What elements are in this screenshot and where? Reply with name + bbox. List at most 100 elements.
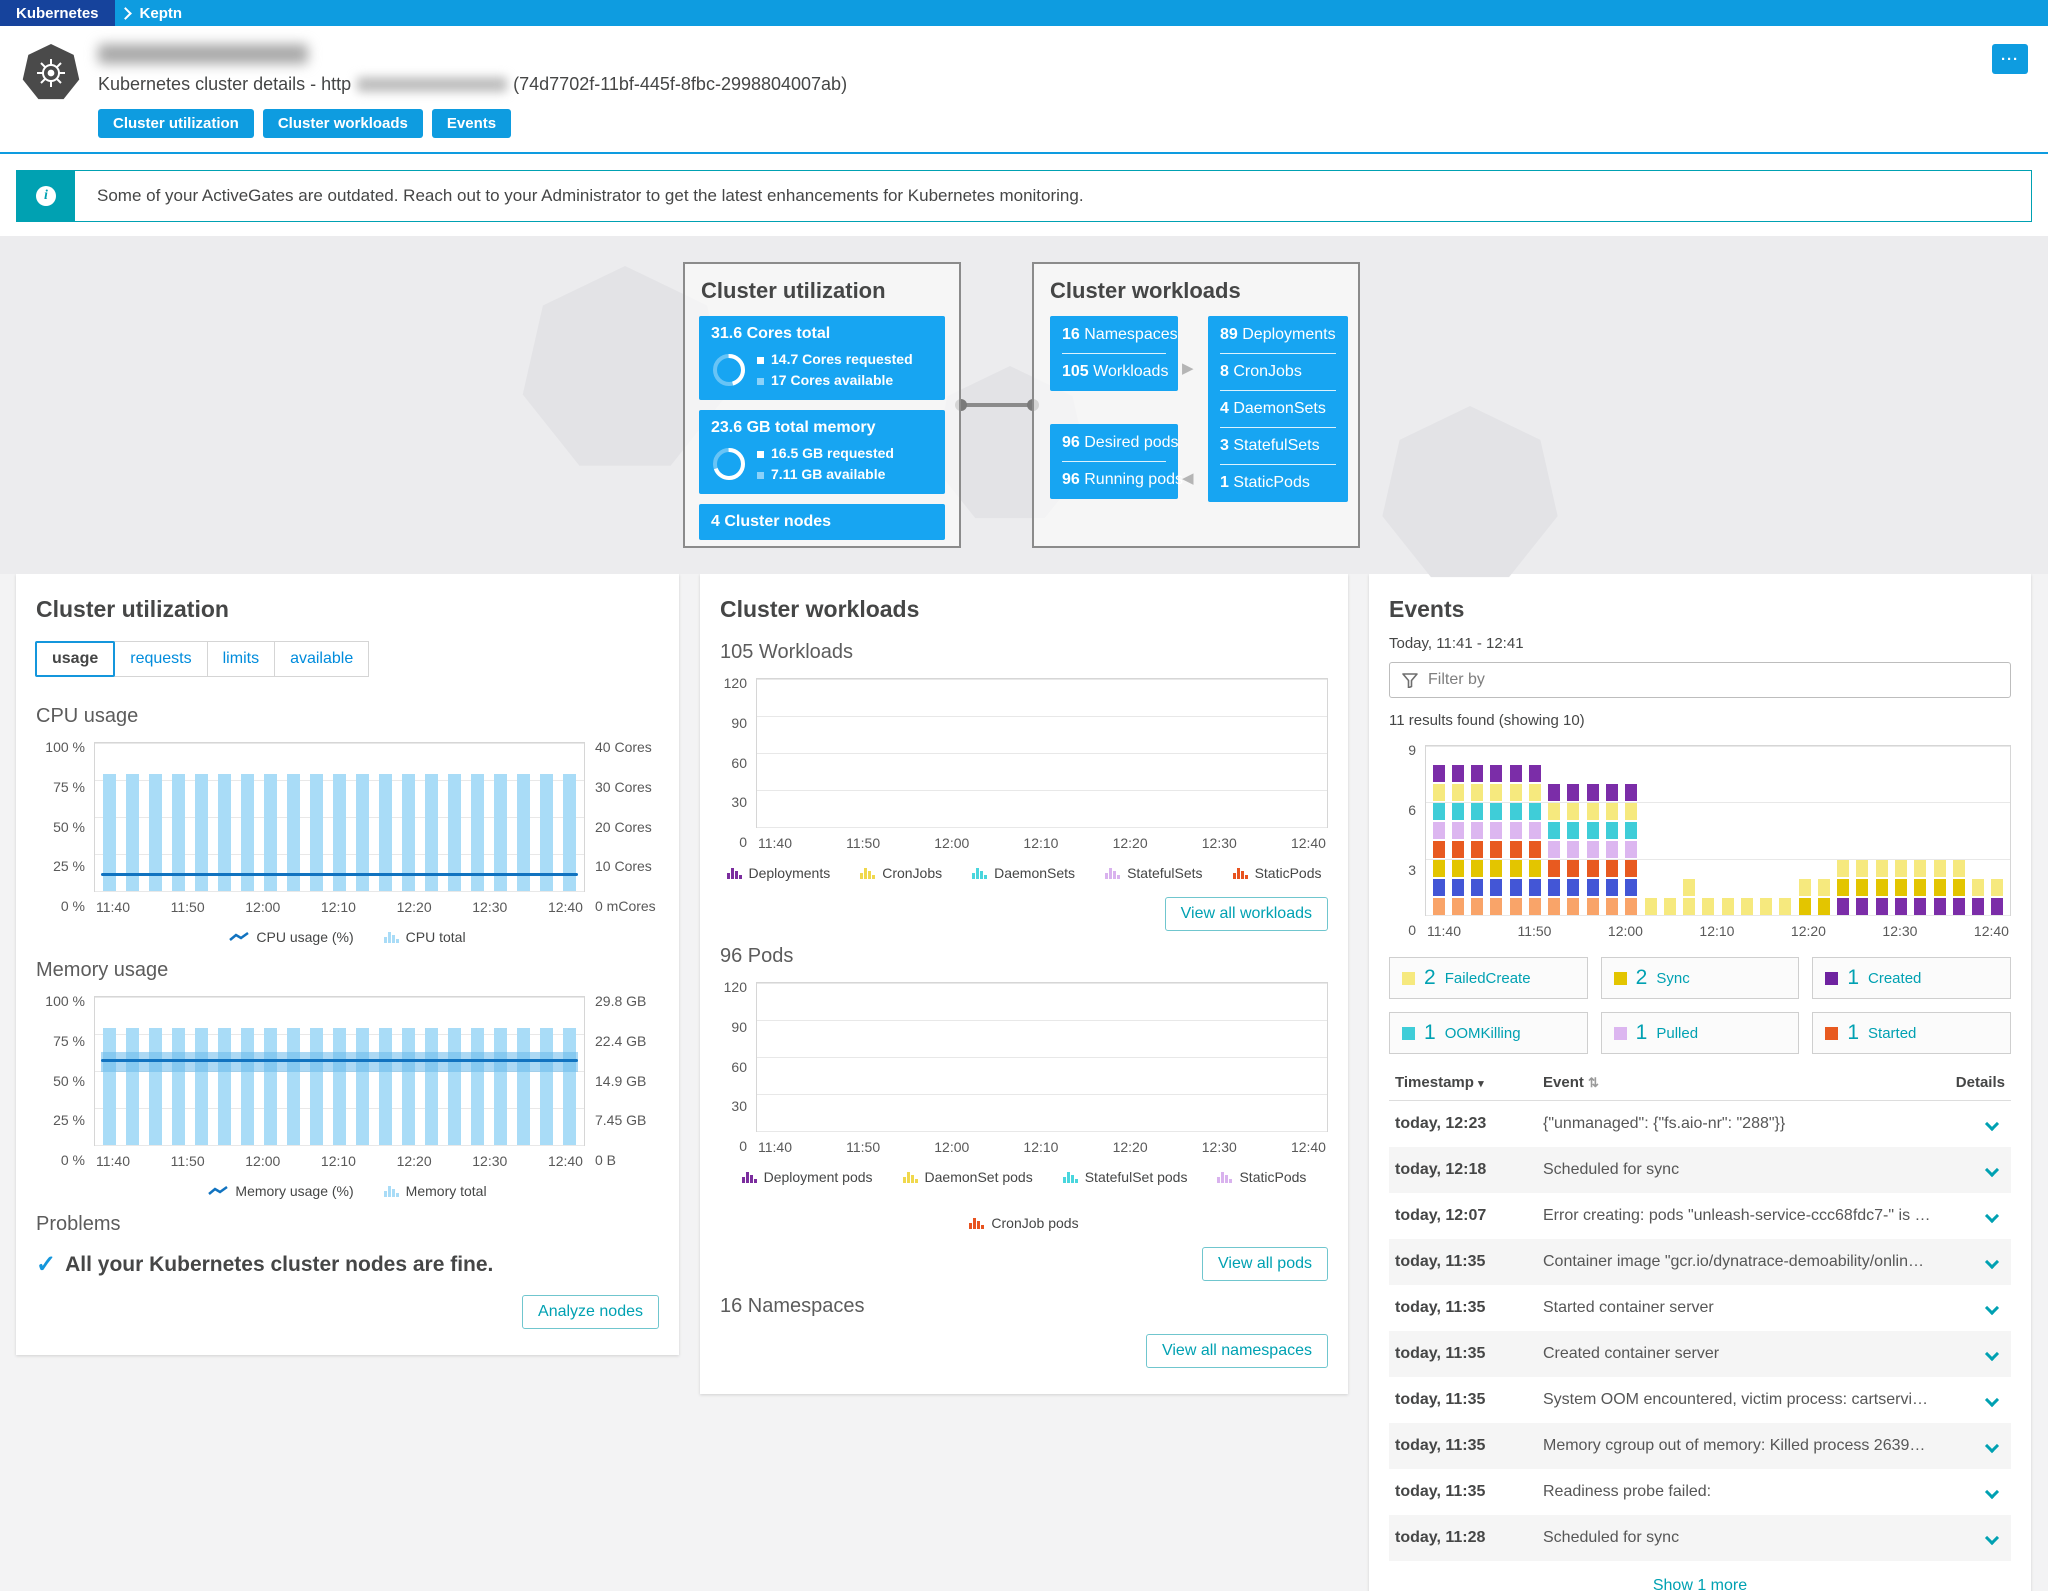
- memory-usage-plot[interactable]: [94, 996, 585, 1146]
- legend-item-memory-total: Memory total: [384, 1183, 487, 1199]
- table-row[interactable]: today, 11:28Scheduled for sync: [1389, 1515, 2011, 1561]
- row-expand-chevron-icon[interactable]: [1985, 1439, 1999, 1453]
- table-row[interactable]: today, 12:18Scheduled for sync: [1389, 1147, 2011, 1193]
- row-expand-chevron-icon[interactable]: [1985, 1347, 1999, 1361]
- check-icon: ✓: [36, 1250, 56, 1279]
- event-chip-oomkilling[interactable]: 1OOMKilling: [1389, 1012, 1588, 1054]
- view-all-workloads-button[interactable]: View all workloads: [1165, 897, 1328, 931]
- row-expand-chevron-icon[interactable]: [1985, 1255, 1999, 1269]
- legend-item-cpu-total: CPU total: [384, 929, 466, 945]
- events-button[interactable]: Events: [432, 109, 511, 138]
- event-chip-created[interactable]: 1Created: [1812, 957, 2011, 999]
- diagram-workloads-box[interactable]: Cluster workloads 16 Namespaces 105 Work…: [1032, 262, 1360, 548]
- cpu-usage-heading: CPU usage: [36, 705, 659, 728]
- swatch-icon: [1825, 1027, 1838, 1040]
- sort-both-icon: ⇅: [1588, 1075, 1599, 1090]
- detail-panels: Cluster utilization usagerequestslimitsa…: [0, 574, 2048, 1591]
- kubernetes-logo-icon: [22, 44, 80, 102]
- diagram-connector: [960, 403, 1034, 407]
- workloads-plot[interactable]: [756, 678, 1328, 828]
- swatch-icon: [1402, 972, 1415, 985]
- breadcrumb-chevron-icon: [119, 7, 132, 20]
- cluster-diagram: Cluster utilization 31.6 Cores total 14.…: [0, 236, 2048, 574]
- swatch-icon: [1614, 972, 1627, 985]
- view-all-pods-button[interactable]: View all pods: [1202, 1247, 1328, 1281]
- cores-available: 17 Cores available: [757, 370, 913, 391]
- analyze-nodes-button[interactable]: Analyze nodes: [522, 1295, 659, 1329]
- legend-item-daemonsets: DaemonSets: [972, 865, 1075, 881]
- row-expand-chevron-icon[interactable]: [1985, 1393, 1999, 1407]
- event-chip-sync[interactable]: 2Sync: [1601, 957, 1800, 999]
- pods-plot[interactable]: [756, 982, 1328, 1132]
- cores-tile[interactable]: 31.6 Cores total 14.7 Cores requested 17…: [699, 316, 945, 400]
- tab-usage[interactable]: usage: [35, 641, 115, 677]
- tab-limits[interactable]: limits: [207, 641, 275, 677]
- breadcrumb-kubernetes[interactable]: Kubernetes: [0, 0, 115, 26]
- namespaces-workloads-tile[interactable]: 16 Namespaces 105 Workloads: [1050, 316, 1178, 391]
- event-chip-pulled[interactable]: 1Pulled: [1601, 1012, 1800, 1054]
- cluster-utilization-button[interactable]: Cluster utilization: [98, 109, 254, 138]
- table-row[interactable]: today, 11:35Created container server: [1389, 1331, 2011, 1377]
- event-chip-failedcreate[interactable]: 2FailedCreate: [1389, 957, 1588, 999]
- kind-StaticPods: 1 StaticPods: [1220, 474, 1336, 492]
- row-expand-chevron-icon[interactable]: [1985, 1209, 1999, 1223]
- row-expand-chevron-icon[interactable]: [1985, 1163, 1999, 1177]
- tab-requests[interactable]: requests: [114, 641, 207, 677]
- legend-item-staticpods: StaticPods: [1233, 865, 1322, 881]
- events-panel: Events Today, 11:41 - 12:41 11 results f…: [1369, 574, 2031, 1591]
- events-chart: 963011:4011:5012:0012:1012:2012:3012:40: [1389, 745, 2011, 939]
- memory-tile[interactable]: 23.6 GB total memory 16.5 GB requested 7…: [699, 410, 945, 494]
- breadcrumb-keptn[interactable]: Keptn: [140, 0, 183, 26]
- swatch-icon: [1614, 1027, 1627, 1040]
- table-row[interactable]: today, 11:35System OOM encountered, vict…: [1389, 1377, 2011, 1423]
- table-row[interactable]: today, 11:35Container image "gcr.io/dyna…: [1389, 1239, 2011, 1285]
- event-chip-started[interactable]: 1Started: [1812, 1012, 2011, 1054]
- workload-kinds-tile[interactable]: 89 Deployments8 CronJobs4 DaemonSets3 St…: [1208, 316, 1348, 502]
- table-row[interactable]: today, 11:35Started container server: [1389, 1285, 2011, 1331]
- memory-total: 23.6 GB total memory: [711, 419, 933, 437]
- cluster-nodes-tile[interactable]: 4 Cluster nodes: [699, 504, 945, 540]
- events-table-body: today, 12:23{"unmanaged": {"fs.aio-nr": …: [1389, 1101, 2011, 1561]
- filter-funnel-icon: [1402, 673, 1418, 688]
- memory-usage-heading: Memory usage: [36, 959, 659, 982]
- arrow-right-icon: ▶: [1182, 359, 1194, 377]
- cores-total: 31.6 Cores total: [711, 325, 933, 343]
- filter-input[interactable]: [1428, 671, 1998, 689]
- swatch-icon: [1402, 1027, 1415, 1040]
- legend-item-cpu-usage-: CPU usage (%): [229, 929, 353, 945]
- events-filter[interactable]: [1389, 662, 2011, 698]
- table-row[interactable]: today, 12:23{"unmanaged": {"fs.aio-nr": …: [1389, 1101, 2011, 1147]
- sort-desc-icon: ▾: [1478, 1078, 1484, 1090]
- cpu-usage-plot[interactable]: [94, 742, 585, 892]
- banner-message: Some of your ActiveGates are outdated. R…: [75, 171, 1106, 221]
- more-actions-button[interactable]: ···: [1992, 44, 2028, 74]
- row-expand-chevron-icon[interactable]: [1985, 1531, 1999, 1545]
- col-event[interactable]: Event ⇅: [1543, 1074, 1945, 1091]
- table-row[interactable]: today, 12:07Error creating: pods "unleas…: [1389, 1193, 2011, 1239]
- events-plot[interactable]: [1425, 745, 2011, 916]
- subtitle-redacted-url: [357, 77, 507, 92]
- pods-tile[interactable]: 96 Desired pods 96 Running pods: [1050, 424, 1178, 499]
- events-legend-chips: 2FailedCreate 2Sync 1Created 1OOMKilling 1Pu…: [1389, 957, 2011, 1054]
- row-expand-chevron-icon[interactable]: [1985, 1117, 1999, 1131]
- cores-donut-icon: [711, 352, 747, 388]
- table-row[interactable]: today, 11:35Memory cgroup out of memory:…: [1389, 1423, 2011, 1469]
- workloads-count: 105 Workloads: [1062, 363, 1166, 381]
- memory-available: 7.11 GB available: [757, 464, 894, 485]
- memory-usage-legend: Memory usage (%)Memory total: [36, 1183, 659, 1199]
- row-expand-chevron-icon[interactable]: [1985, 1301, 1999, 1315]
- workloads-panel-title: Cluster workloads: [720, 596, 1328, 623]
- row-expand-chevron-icon[interactable]: [1985, 1485, 1999, 1499]
- tab-available[interactable]: available: [274, 641, 369, 677]
- cluster-subtitle: Kubernetes cluster details - http (74d77…: [98, 74, 2026, 95]
- show-more-link[interactable]: Show 1 more: [1389, 1577, 2011, 1591]
- table-row[interactable]: today, 11:35Readiness probe failed:: [1389, 1469, 2011, 1515]
- diagram-utilization-box[interactable]: Cluster utilization 31.6 Cores total 14.…: [683, 262, 961, 548]
- cluster-name-redacted: [98, 44, 308, 64]
- view-all-namespaces-button[interactable]: View all namespaces: [1146, 1334, 1328, 1368]
- kind-DaemonSets: 4 DaemonSets: [1220, 400, 1336, 418]
- pods-chart-legend: Deployment podsDaemonSet podsStatefulSet…: [720, 1169, 1328, 1231]
- col-timestamp[interactable]: Timestamp ▾: [1395, 1074, 1543, 1091]
- cluster-workloads-button[interactable]: Cluster workloads: [263, 109, 423, 138]
- problems-status: ✓ All your Kubernetes cluster nodes are …: [36, 1250, 659, 1279]
